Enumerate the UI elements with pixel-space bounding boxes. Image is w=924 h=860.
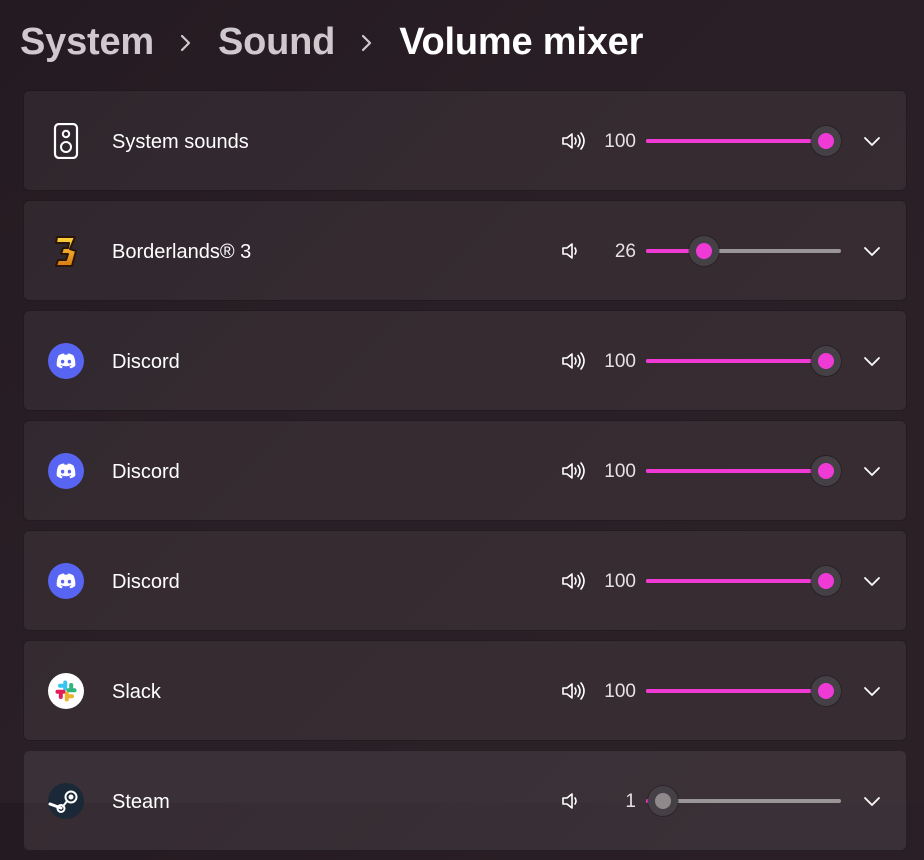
app-row-discord: Discord 100 bbox=[23, 310, 907, 411]
slider-fill bbox=[646, 689, 826, 693]
speaker-device-icon bbox=[48, 122, 84, 160]
app-volume-list: System sounds 100 Borderlands® 3 26 Disc… bbox=[23, 90, 907, 860]
chevron-down-icon bbox=[864, 137, 880, 146]
volume-slider[interactable] bbox=[646, 456, 841, 486]
volume-value: 100 bbox=[604, 461, 636, 482]
volume-value: 100 bbox=[604, 351, 636, 372]
expand-button[interactable] bbox=[858, 127, 886, 155]
slider-fill bbox=[646, 469, 826, 473]
app-row-discord: Discord 100 bbox=[23, 530, 907, 631]
expand-button[interactable] bbox=[858, 237, 886, 265]
chevron-down-icon bbox=[864, 577, 880, 586]
expand-button[interactable] bbox=[858, 787, 886, 815]
volume-slider[interactable] bbox=[646, 566, 841, 596]
volume-low-icon[interactable] bbox=[561, 241, 587, 261]
chevron-down-icon bbox=[864, 687, 880, 696]
volume-slider[interactable] bbox=[646, 676, 841, 706]
discord-icon bbox=[48, 453, 84, 489]
app-name: Steam bbox=[112, 791, 170, 813]
slider-thumb[interactable] bbox=[811, 456, 841, 486]
volume-high-icon[interactable] bbox=[561, 681, 587, 701]
volume-high-icon[interactable] bbox=[561, 131, 587, 151]
steam-icon bbox=[48, 783, 84, 819]
expand-button[interactable] bbox=[858, 567, 886, 595]
chevron-down-icon bbox=[864, 357, 880, 366]
volume-slider[interactable] bbox=[646, 346, 841, 376]
app-name: Discord bbox=[112, 571, 180, 593]
app-row-system-sounds: System sounds 100 bbox=[23, 90, 907, 191]
slider-thumb[interactable] bbox=[811, 346, 841, 376]
volume-high-icon[interactable] bbox=[561, 461, 587, 481]
slider-thumb[interactable] bbox=[811, 676, 841, 706]
volume-slider[interactable] bbox=[646, 786, 841, 816]
borderlands-3-icon bbox=[48, 233, 84, 269]
slack-icon bbox=[48, 673, 84, 709]
volume-value: 100 bbox=[604, 131, 636, 152]
volume-high-icon[interactable] bbox=[561, 571, 587, 591]
chevron-down-icon bbox=[864, 247, 880, 256]
volume-low-icon[interactable] bbox=[561, 791, 587, 811]
app-name: System sounds bbox=[112, 131, 249, 153]
slider-fill bbox=[646, 359, 826, 363]
volume-value: 100 bbox=[604, 681, 636, 702]
slider-thumb[interactable] bbox=[811, 566, 841, 596]
slider-thumb[interactable] bbox=[688, 236, 719, 266]
page-title: Volume mixer bbox=[399, 20, 644, 63]
volume-high-icon[interactable] bbox=[561, 351, 587, 371]
chevron-right-icon bbox=[154, 27, 218, 57]
volume-slider[interactable] bbox=[646, 126, 841, 156]
expand-button[interactable] bbox=[858, 677, 886, 705]
discord-icon bbox=[48, 563, 84, 599]
breadcrumb: System Sound Volume mixer bbox=[20, 14, 643, 70]
expand-button[interactable] bbox=[858, 347, 886, 375]
slider-fill bbox=[646, 139, 826, 143]
slider-fill bbox=[646, 579, 826, 583]
app-name: Borderlands® 3 bbox=[112, 241, 252, 263]
app-name: Discord bbox=[112, 461, 180, 483]
app-row-discord: Discord 100 bbox=[23, 420, 907, 521]
slider-thumb[interactable] bbox=[811, 126, 841, 156]
slider-thumb[interactable] bbox=[647, 786, 678, 816]
volume-value: 26 bbox=[614, 241, 636, 262]
app-name: Slack bbox=[112, 681, 161, 703]
app-row-steam: Steam 1 bbox=[23, 750, 907, 851]
expand-button[interactable] bbox=[858, 457, 886, 485]
discord-icon bbox=[48, 343, 84, 379]
volume-value: 100 bbox=[604, 571, 636, 592]
chevron-down-icon bbox=[864, 797, 880, 806]
chevron-down-icon bbox=[864, 467, 880, 476]
app-row-borderlands-3: Borderlands® 3 26 bbox=[23, 200, 907, 301]
app-name: Discord bbox=[112, 351, 180, 373]
app-row-slack: Slack 100 bbox=[23, 640, 907, 741]
chevron-right-icon bbox=[335, 27, 399, 57]
volume-value: 1 bbox=[625, 791, 636, 812]
breadcrumb-sound[interactable]: Sound bbox=[218, 21, 335, 64]
volume-slider[interactable] bbox=[646, 236, 841, 266]
breadcrumb-system[interactable]: System bbox=[20, 21, 154, 64]
